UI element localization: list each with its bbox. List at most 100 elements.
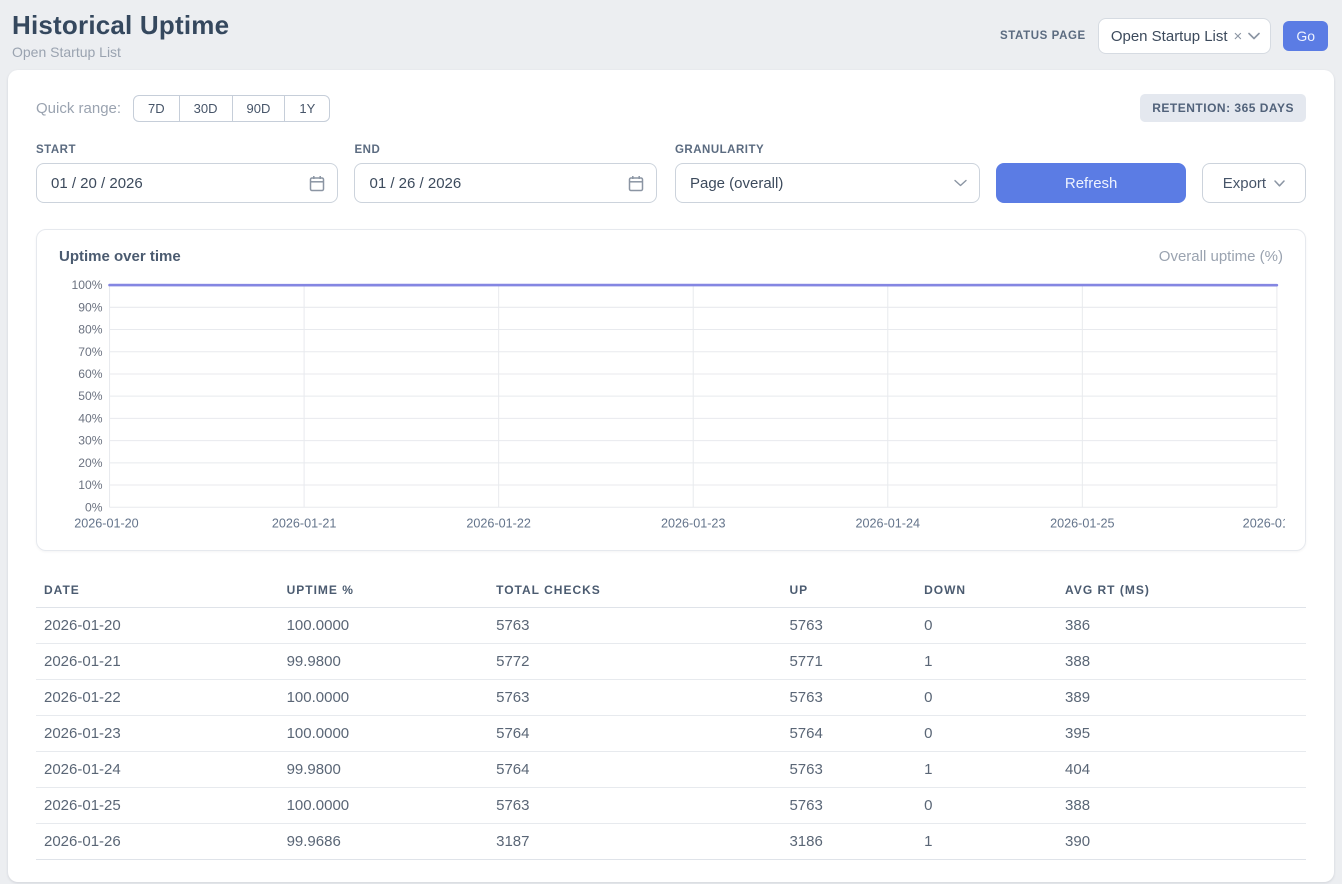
svg-text:50%: 50%	[78, 389, 102, 403]
status-page-select[interactable]: Open Startup List ×	[1098, 18, 1272, 54]
table-cell: 1	[916, 751, 1057, 787]
svg-text:60%: 60%	[78, 367, 102, 381]
table-cell: 404	[1057, 751, 1306, 787]
svg-text:2026-01-23: 2026-01-23	[661, 516, 726, 530]
svg-text:20%: 20%	[78, 456, 102, 470]
table-cell: 5763	[488, 787, 781, 823]
svg-text:2026-01-20: 2026-01-20	[74, 516, 139, 530]
svg-text:30%: 30%	[78, 434, 102, 448]
end-date-input[interactable]: 01 / 26 / 2026	[354, 163, 656, 203]
svg-text:70%: 70%	[78, 345, 102, 359]
column-header: DOWN	[916, 575, 1057, 608]
calendar-icon[interactable]	[309, 175, 325, 192]
export-button-label: Export	[1223, 175, 1266, 192]
retention-badge: RETENTION: 365 DAYS	[1140, 94, 1306, 122]
granularity-label: GRANULARITY	[675, 144, 980, 156]
svg-text:2026-01-24: 2026-01-24	[856, 516, 921, 530]
table-cell: 2026-01-21	[36, 643, 279, 679]
quick-range-group: 7D30D90D1Y	[133, 95, 330, 122]
table-cell: 0	[916, 679, 1057, 715]
table-cell: 390	[1057, 823, 1306, 859]
main-panel: Quick range: 7D30D90D1Y RETENTION: 365 D…	[8, 70, 1334, 882]
export-button[interactable]: Export	[1202, 163, 1306, 203]
calendar-icon[interactable]	[628, 175, 644, 192]
table-cell: 5763	[488, 607, 781, 643]
start-date-input[interactable]: 01 / 20 / 2026	[36, 163, 338, 203]
page-header: Historical Uptime Open Startup List STAT…	[0, 0, 1342, 66]
table-header-row: DATEUPTIME %TOTAL CHECKSUPDOWNAVG RT (MS…	[36, 575, 1306, 608]
table-cell: 100.0000	[279, 787, 489, 823]
svg-text:2026-01-21: 2026-01-21	[272, 516, 337, 530]
clear-icon[interactable]: ×	[1234, 29, 1243, 44]
table-cell: 99.9800	[279, 751, 489, 787]
table-cell: 5772	[488, 643, 781, 679]
table-row: 2026-01-20100.0000576357630386	[36, 607, 1306, 643]
table-cell: 388	[1057, 787, 1306, 823]
svg-text:100%: 100%	[71, 278, 102, 292]
table-cell: 388	[1057, 643, 1306, 679]
table-cell: 2026-01-22	[36, 679, 279, 715]
go-button[interactable]: Go	[1283, 21, 1328, 51]
table-cell: 100.0000	[279, 715, 489, 751]
table-cell: 2026-01-20	[36, 607, 279, 643]
header-controls: STATUS PAGE Open Startup List × Go	[1000, 18, 1328, 54]
uptime-chart-card: Uptime over time Overall uptime (%) 0% 10…	[36, 229, 1306, 551]
svg-text:90%: 90%	[78, 300, 102, 314]
svg-text:10%: 10%	[78, 478, 102, 492]
quick-range-30d[interactable]: 30D	[179, 95, 233, 122]
table-cell: 5764	[781, 715, 916, 751]
table-cell: 5763	[781, 607, 916, 643]
column-header: TOTAL CHECKS	[488, 575, 781, 608]
table-cell: 3187	[488, 823, 781, 859]
top-row: Quick range: 7D30D90D1Y RETENTION: 365 D…	[36, 94, 1306, 122]
granularity-select[interactable]: Page (overall)	[675, 163, 980, 203]
page-subtitle: Open Startup List	[12, 44, 229, 60]
svg-text:2026-01-26: 2026-01-26	[1243, 516, 1285, 530]
refresh-button[interactable]: Refresh	[996, 163, 1185, 203]
table-cell: 5763	[781, 751, 916, 787]
table-row: 2026-01-2199.9800577257711388	[36, 643, 1306, 679]
table-cell: 3186	[781, 823, 916, 859]
table-cell: 389	[1057, 679, 1306, 715]
table-cell: 99.9800	[279, 643, 489, 679]
table-cell: 0	[916, 787, 1057, 823]
end-label: END	[354, 144, 656, 156]
end-date-value: 01 / 26 / 2026	[369, 175, 461, 192]
start-label: START	[36, 144, 338, 156]
table-cell: 1	[916, 643, 1057, 679]
filter-row: START 01 / 20 / 2026 END 01 / 26 / 2026 …	[36, 144, 1306, 203]
uptime-chart: 0% 10% 20% 30% 40% 50% 60% 70% 80% 90% 100% 2026-01…	[57, 275, 1285, 536]
page-heading: Historical Uptime Open Startup List	[12, 10, 229, 60]
chart-legend: Overall uptime (%)	[1159, 248, 1283, 265]
quick-range-90d[interactable]: 90D	[232, 95, 286, 122]
table-cell: 99.9686	[279, 823, 489, 859]
quick-range-1y[interactable]: 1Y	[284, 95, 330, 122]
table-cell: 100.0000	[279, 679, 489, 715]
table-cell: 5763	[781, 787, 916, 823]
table-row: 2026-01-25100.0000576357630388	[36, 787, 1306, 823]
table-cell: 5764	[488, 751, 781, 787]
table-cell: 2026-01-25	[36, 787, 279, 823]
chevron-down-icon	[1248, 32, 1260, 40]
quick-range-7d[interactable]: 7D	[133, 95, 180, 122]
status-page-select-value: Open Startup List	[1111, 28, 1228, 45]
table-cell: 5764	[488, 715, 781, 751]
table-row: 2026-01-22100.0000576357630389	[36, 679, 1306, 715]
svg-text:40%: 40%	[78, 411, 102, 425]
chevron-down-icon	[954, 179, 967, 187]
table-row: 2026-01-2499.9800576457631404	[36, 751, 1306, 787]
chart-title: Uptime over time	[59, 248, 181, 265]
table-cell: 386	[1057, 607, 1306, 643]
table-cell: 2026-01-26	[36, 823, 279, 859]
column-header: UP	[781, 575, 916, 608]
column-header: UPTIME %	[279, 575, 489, 608]
column-header: AVG RT (MS)	[1057, 575, 1306, 608]
table-cell: 5771	[781, 643, 916, 679]
svg-text:0%: 0%	[85, 500, 103, 514]
svg-text:2026-01-22: 2026-01-22	[466, 516, 531, 530]
status-page-label: STATUS PAGE	[1000, 30, 1086, 42]
table-cell: 5763	[488, 679, 781, 715]
svg-text:80%: 80%	[78, 323, 102, 337]
quick-range-label: Quick range:	[36, 100, 121, 117]
page-title: Historical Uptime	[12, 10, 229, 41]
